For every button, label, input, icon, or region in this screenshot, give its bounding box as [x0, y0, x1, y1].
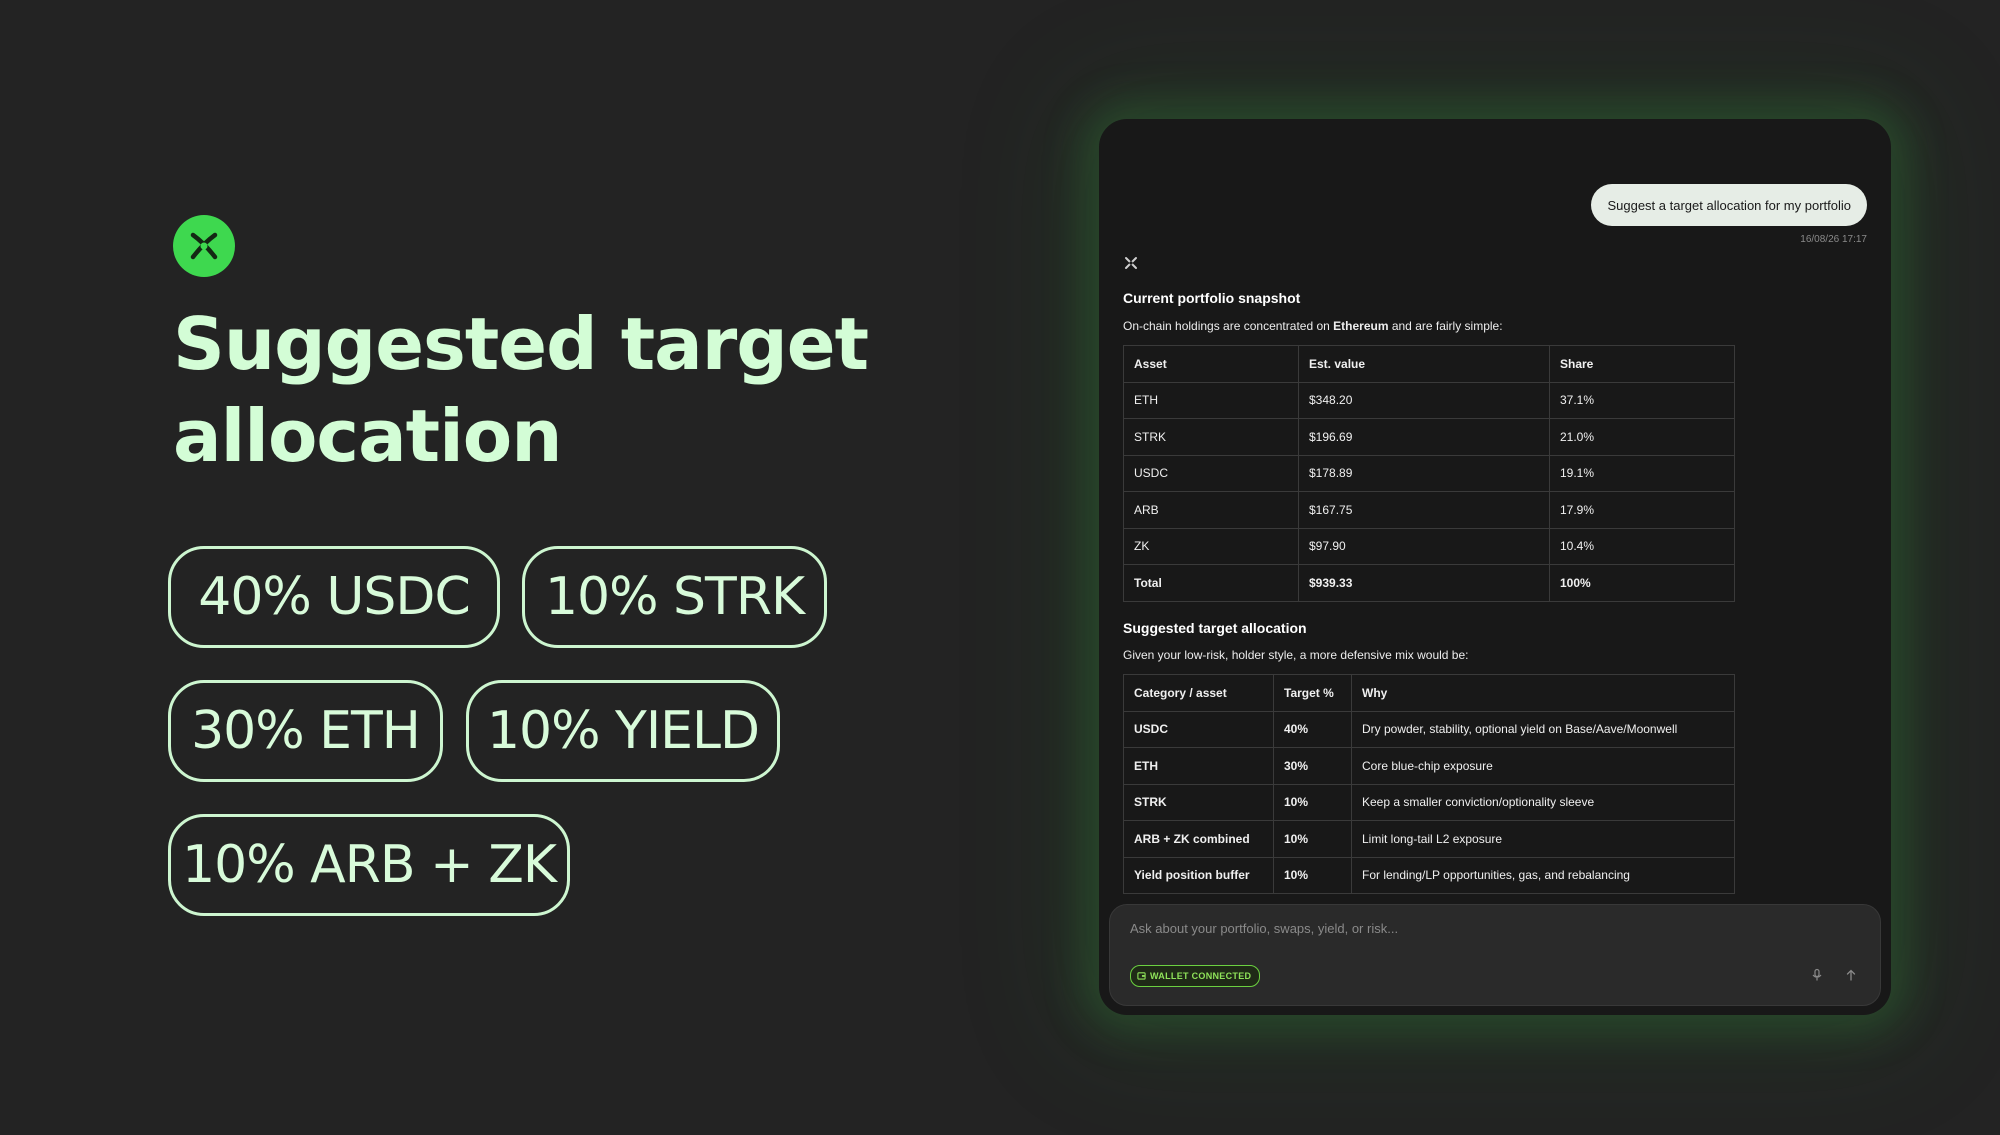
asset-cell: ETH [1123, 381, 1299, 419]
portfolio-snapshot-table: Asset Est. value Share ETH $348.20 37.1%… [1123, 345, 1735, 602]
column-header: Why [1351, 674, 1735, 712]
table-row: USDC 40% Dry powder, stability, optional… [1123, 710, 1735, 748]
category-cell: ARB + ZK combined [1123, 820, 1274, 858]
snapshot-intro-text: On-chain holdings are concentrated on [1123, 319, 1334, 333]
allocation-pill: 40% USDC [168, 546, 500, 648]
share-cell: 17.9% [1549, 491, 1735, 529]
table-row: STRK 10% Keep a smaller conviction/optio… [1123, 783, 1735, 821]
table-row: ARB + ZK combined 10% Limit long-tail L2… [1123, 820, 1735, 858]
table-row: ETH $348.20 37.1% [1123, 381, 1735, 419]
table-header-row: Category / asset Target % Why [1123, 674, 1735, 712]
category-cell: ETH [1123, 747, 1274, 785]
chat-input-box[interactable]: Ask about your portfolio, swaps, yield, … [1109, 904, 1881, 1006]
value-cell: $167.75 [1298, 491, 1550, 529]
brand-logo-icon [173, 215, 235, 277]
allocation-pill: 10% ARB + ZK [168, 814, 570, 916]
share-cell: 37.1% [1549, 381, 1735, 419]
category-cell: STRK [1123, 783, 1274, 821]
category-cell: Yield position buffer [1123, 856, 1274, 894]
why-cell: For lending/LP opportunities, gas, and r… [1351, 856, 1735, 894]
target-allocation-table: Category / asset Target % Why USDC 40% D… [1123, 674, 1735, 894]
target-cell: 10% [1273, 783, 1352, 821]
asset-cell: USDC [1123, 454, 1299, 492]
table-row: Yield position buffer 10% For lending/LP… [1123, 856, 1735, 894]
asset-cell: ARB [1123, 491, 1299, 529]
column-header: Asset [1123, 345, 1299, 383]
message-timestamp: 16/08/26 17:17 [1800, 234, 1867, 245]
snapshot-intro: On-chain holdings are concentrated on Et… [1123, 319, 1503, 333]
column-header: Est. value [1298, 345, 1550, 383]
table-row: ETH 30% Core blue-chip exposure [1123, 747, 1735, 785]
wallet-badge-label: WALLET CONNECTED [1150, 971, 1252, 981]
value-cell: $939.33 [1298, 564, 1550, 602]
hero-title: Suggested target allocation [173, 302, 869, 478]
chat-input-placeholder[interactable]: Ask about your portfolio, swaps, yield, … [1130, 921, 1398, 936]
allocation-intro: Given your low-risk, holder style, a mor… [1123, 648, 1469, 662]
target-cell: 10% [1273, 856, 1352, 894]
share-cell: 19.1% [1549, 454, 1735, 492]
value-cell: $348.20 [1298, 381, 1550, 419]
target-cell: 40% [1273, 710, 1352, 748]
wallet-icon [1137, 971, 1146, 982]
snapshot-heading: Current portfolio snapshot [1123, 290, 1301, 306]
chat-panel: Suggest a target allocation for my portf… [1099, 119, 1891, 1015]
column-header: Target % [1273, 674, 1352, 712]
snapshot-intro-chain: Ethereum [1333, 319, 1389, 333]
bot-icon [1123, 255, 1139, 271]
share-cell: 10.4% [1549, 527, 1735, 565]
allocation-pill: 30% ETH [168, 680, 443, 782]
table-row: ARB $167.75 17.9% [1123, 491, 1735, 529]
why-cell: Keep a smaller conviction/optionality sl… [1351, 783, 1735, 821]
allocation-heading: Suggested target allocation [1123, 620, 1307, 636]
user-message-bubble: Suggest a target allocation for my portf… [1591, 184, 1867, 226]
wallet-connected-badge[interactable]: WALLET CONNECTED [1130, 965, 1261, 987]
asset-cell: STRK [1123, 418, 1299, 456]
asset-cell: ZK [1123, 527, 1299, 565]
table-header-row: Asset Est. value Share [1123, 345, 1735, 383]
send-arrow-icon[interactable] [1844, 968, 1858, 982]
table-row: USDC $178.89 19.1% [1123, 454, 1735, 492]
snapshot-intro-text-end: and are fairly simple: [1388, 319, 1503, 333]
share-cell: 100% [1549, 564, 1735, 602]
value-cell: $97.90 [1298, 527, 1550, 565]
share-cell: 21.0% [1549, 418, 1735, 456]
column-header: Category / asset [1123, 674, 1274, 712]
why-cell: Dry powder, stability, optional yield on… [1351, 710, 1735, 748]
table-row: STRK $196.69 21.0% [1123, 418, 1735, 456]
value-cell: $178.89 [1298, 454, 1550, 492]
asset-cell: Total [1123, 564, 1299, 602]
category-cell: USDC [1123, 710, 1274, 748]
value-cell: $196.69 [1298, 418, 1550, 456]
allocation-pill: 10% YIELD [466, 680, 780, 782]
column-header: Share [1549, 345, 1735, 383]
table-total-row: Total $939.33 100% [1123, 564, 1735, 602]
target-cell: 10% [1273, 820, 1352, 858]
target-cell: 30% [1273, 747, 1352, 785]
why-cell: Limit long-tail L2 exposure [1351, 820, 1735, 858]
allocation-pill: 10% STRK [522, 546, 827, 648]
mic-icon[interactable] [1810, 968, 1824, 982]
table-row: ZK $97.90 10.4% [1123, 527, 1735, 565]
why-cell: Core blue-chip exposure [1351, 747, 1735, 785]
